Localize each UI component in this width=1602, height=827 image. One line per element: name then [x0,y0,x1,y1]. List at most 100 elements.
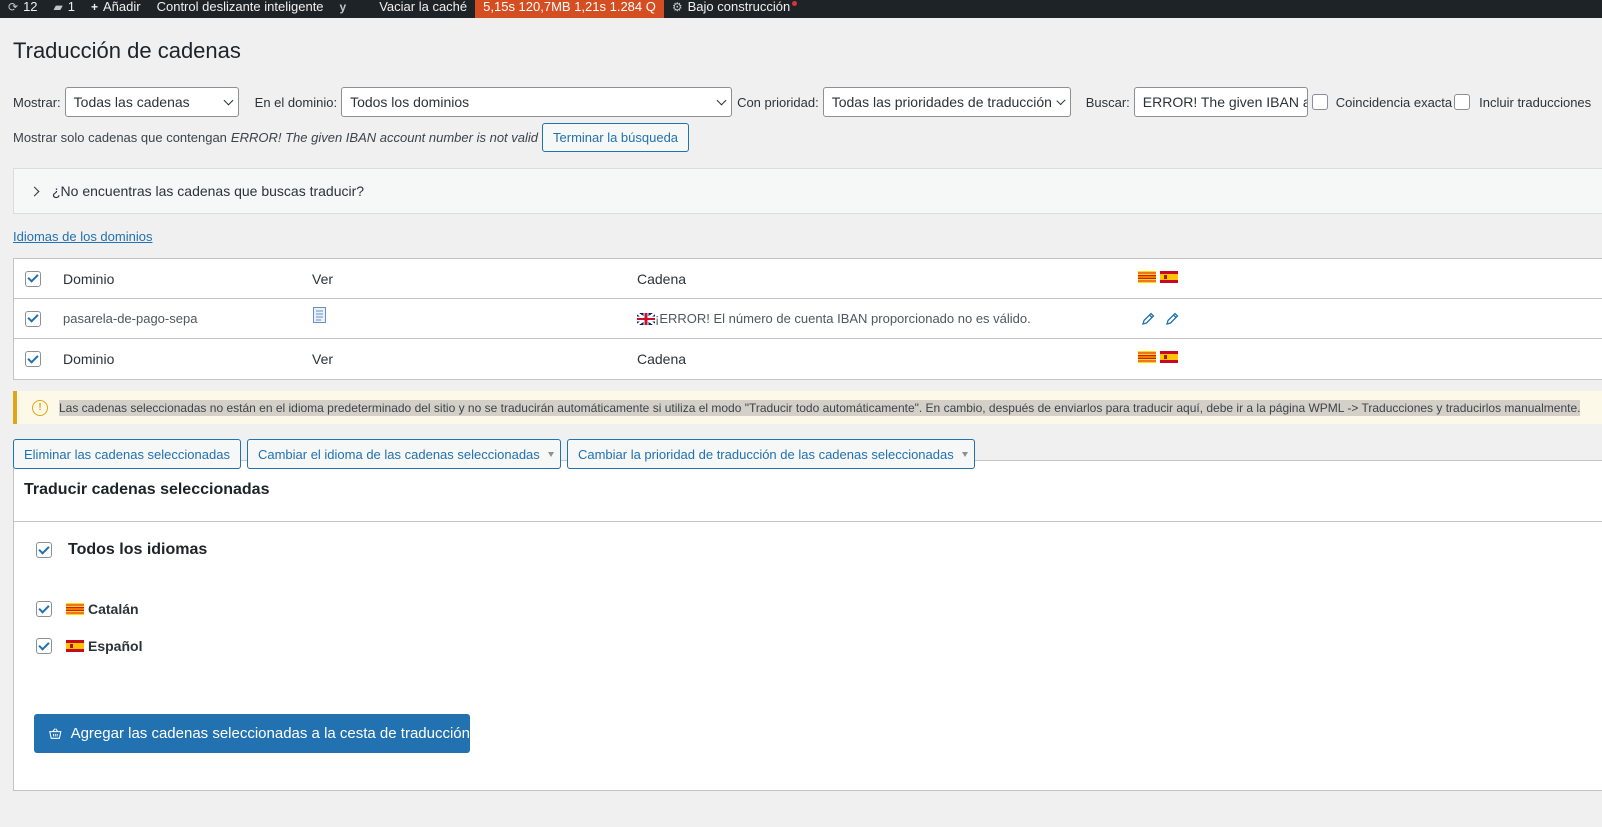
search-filter-note: Mostrar solo cadenas que contengan ERROR… [13,123,690,152]
yoast-icon: y [339,0,347,14]
page-title: Traducción de cadenas [13,38,241,63]
catalan-flag-icon [1138,351,1156,363]
domain-select[interactable]: Todos los dominios [341,87,733,117]
end-search-button[interactable]: Terminar la búsqueda [542,123,690,152]
priority-select-value: Todas las prioridades de traducción [831,94,1052,110]
search-label: Buscar: [1085,94,1130,110]
basket-icon [49,728,62,739]
col-string-header[interactable]: Cadena [637,271,686,287]
smart-slider-label: Control deslizante inteligente [156,0,324,14]
catalan-flag-icon [66,603,84,615]
catalan-checkbox[interactable] [36,601,52,617]
include-translations-checkbox[interactable] [1454,94,1471,110]
select-all-footer-checkbox[interactable] [25,351,41,367]
delete-strings-button[interactable]: Eliminar las cadenas seleccionadas [13,439,241,469]
refresh-icon: ⟳ [8,0,19,14]
edit-spanish-pencil-icon[interactable] [1164,311,1180,327]
show-label: Mostrar: [13,94,61,110]
updates-count: 12 [23,0,38,14]
spanish-flag-icon [1160,351,1178,363]
warning-icon: ! [32,399,48,416]
comment-icon: ▰ [53,0,63,14]
plus-icon: + [91,0,99,14]
search-note-term: ERROR! The given IBAN account number is … [230,130,539,145]
add-to-basket-button[interactable]: Agregar las cadenas seleccionadas a la c… [34,714,470,753]
table-row: pasarela-de-pago-sepa ¡ERROR! El número … [14,299,1602,339]
col-domain-footer[interactable]: Dominio [63,351,114,367]
english-flag-icon [637,312,655,325]
col-string-footer[interactable]: Cadena [637,351,686,367]
smart-slider-menu[interactable]: Control deslizante inteligente [149,0,332,16]
show-select[interactable]: Todas las cadenas [64,87,239,117]
gear-icon: ⚙ [671,0,683,14]
add-new-label: Añadir [103,0,141,14]
spanish-flag-icon [1160,271,1178,283]
table-header: Dominio Ver Cadena [14,259,1602,299]
status-dot [792,1,798,6]
language-warning-notice: ! Las cadenas seleccionadas no están en … [13,391,1602,424]
row-checkbox[interactable] [25,310,41,327]
domain-languages-link[interactable]: Idiomas de los dominios [13,229,152,244]
translate-panel-title: Traducir cadenas seleccionadas [24,481,270,498]
domain-languages-wrapper: Idiomas de los dominios [13,229,152,244]
exact-match-label: Coincidencia exacta [1335,94,1453,110]
include-translations-label: Incluir traducciones [1479,94,1592,110]
row-domain: pasarela-de-pago-sepa [63,311,198,326]
all-languages-row: Todos los idiomas [36,541,207,559]
search-note-prefix: Mostrar solo cadenas que contengan [13,130,227,145]
admin-bar: ⟳ 12 ▰ 1 + Añadir Control deslizante int… [0,0,1602,18]
all-languages-label: Todos los idiomas [68,541,208,558]
updates-menu[interactable]: ⟳ 12 [0,0,46,16]
col-domain-header[interactable]: Dominio [63,271,114,287]
help-accordion[interactable]: ¿No encuentras las cadenas que buscas tr… [13,168,1602,214]
strings-table: Dominio Ver Cadena pasarela-de-pago-sepa… [13,258,1602,380]
catalan-label: Catalán [88,601,139,617]
chevron-right-icon [29,186,40,196]
add-new-menu[interactable]: + Añadir [83,0,149,16]
comments-count: 1 [67,0,75,14]
spanish-checkbox[interactable] [36,638,52,654]
domain-label: En el dominio: [254,94,338,110]
translate-panel: Traducir cadenas seleccionadas Todos los… [13,460,1602,791]
table-footer: Dominio Ver Cadena [14,339,1602,379]
col-view-footer: Ver [312,351,334,367]
maintenance-label: Bajo construcción [687,0,791,14]
spanish-label: Español [88,638,143,654]
clear-cache-label: Vaciar la caché [379,0,468,14]
catalan-flag-icon [1138,271,1156,283]
select-all-checkbox[interactable] [25,270,41,287]
show-select-value: Todas las cadenas [73,94,190,110]
change-priority-label: Cambiar la prioridad de traducción de la… [577,446,954,462]
chevron-down-icon [223,95,234,105]
row-string: ¡ERROR! El número de cuenta IBAN proporc… [655,311,1031,326]
language-row-spanish: Español [36,638,142,654]
priority-select[interactable]: Todas las prioridades de traducción [822,87,1071,117]
query-monitor-menu[interactable]: 5,15s 120,7MB 1,21s 1.284 Q [475,0,664,18]
language-row-catalan: Catalán [36,601,139,617]
exact-match-checkbox[interactable] [1311,94,1328,110]
priority-label: Con prioridad: [737,94,819,110]
chevron-down-icon [1056,95,1066,105]
chevron-down-icon [716,95,727,105]
view-document-icon[interactable] [313,307,326,323]
spanish-flag-icon [66,640,84,652]
search-input[interactable]: ERROR! The given IBAN ac [1133,87,1308,117]
maintenance-menu[interactable]: ⚙ Bajo construcción [664,0,805,16]
add-to-basket-label: Agregar las cadenas seleccionadas a la c… [70,725,470,742]
perf-stats: 5,15s 120,7MB 1,21s 1.284 Q [483,0,656,14]
clear-cache-menu[interactable]: Vaciar la caché [371,0,475,16]
yoast-menu[interactable]: y [332,0,360,16]
filters-bar: Mostrar: Todas las cadenas En el dominio… [13,87,1591,117]
change-priority-dropdown[interactable]: Cambiar la prioridad de traducción de la… [566,439,975,469]
all-languages-checkbox[interactable] [36,542,52,558]
bulk-actions: Eliminar las cadenas seleccionadas Cambi… [13,439,975,469]
col-view-header: Ver [312,270,334,287]
change-language-label: Cambiar el idioma de las cadenas selecci… [257,446,540,462]
comments-menu[interactable]: ▰ 1 [46,0,83,16]
domain-select-value: Todos los dominios [350,94,470,110]
change-language-dropdown[interactable]: Cambiar el idioma de las cadenas selecci… [246,439,561,469]
notice-message: Las cadenas seleccionadas no están en el… [59,399,1581,416]
search-input-value: ERROR! The given IBAN ac [1142,94,1308,110]
edit-catalan-pencil-icon[interactable] [1140,311,1156,327]
panel-divider [14,521,1602,522]
